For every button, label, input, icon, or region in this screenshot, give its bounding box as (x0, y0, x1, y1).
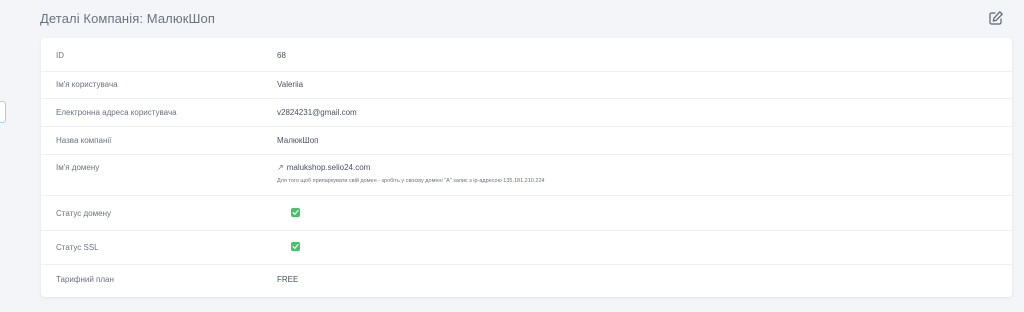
left-edge-tab[interactable] (0, 101, 6, 123)
detail-row-username: Ім'я користувача Valeriia (41, 71, 1012, 99)
check-icon (291, 242, 300, 251)
company-details-card: ID 68 Ім'я користувача Valeriia Електрон… (41, 38, 1012, 297)
row-label: Ім'я домену (56, 163, 100, 172)
domain-hint: Для того щоб припаркувати свій домен - з… (277, 178, 545, 184)
external-link-icon: ↗ (277, 163, 284, 172)
detail-row-ssl-status: Статус SSL (41, 230, 1012, 265)
row-value: FREE (277, 275, 299, 284)
detail-row-id: ID 68 (41, 38, 1012, 72)
domain-link-text[interactable]: malukshop.selio24.com (287, 163, 371, 172)
page-title: Деталі Компанія: МалюкШоп (40, 11, 215, 26)
row-value: 68 (277, 51, 286, 60)
row-label: Статус SSL (56, 243, 99, 252)
row-label: Тарифний план (56, 275, 114, 284)
detail-row-email: Електронна адреса користувача v2824231@g… (41, 98, 1012, 127)
page-header: Деталі Компанія: МалюкШоп (40, 10, 1004, 30)
row-value: Valeriia (277, 80, 304, 89)
row-label: Ім'я користувача (56, 80, 118, 89)
check-icon (291, 208, 300, 217)
row-label: Назва компанії (56, 136, 112, 145)
detail-row-domain-status: Статус домену (41, 195, 1012, 231)
row-label: ID (56, 51, 64, 60)
edit-icon[interactable] (988, 10, 1004, 26)
row-value: МалюкШоп (277, 136, 319, 145)
detail-row-domain: Ім'я домену ↗ malukshop.selio24.com Для т… (41, 154, 1012, 196)
row-value: v2824231@gmail.com (277, 108, 357, 117)
row-label: Статус домену (56, 209, 111, 218)
domain-link[interactable]: ↗ malukshop.selio24.com (277, 163, 370, 172)
detail-row-plan: Тарифний план FREE (41, 264, 1012, 297)
detail-row-company-name: Назва компанії МалюкШоп (41, 126, 1012, 155)
row-label: Електронна адреса користувача (56, 108, 177, 117)
